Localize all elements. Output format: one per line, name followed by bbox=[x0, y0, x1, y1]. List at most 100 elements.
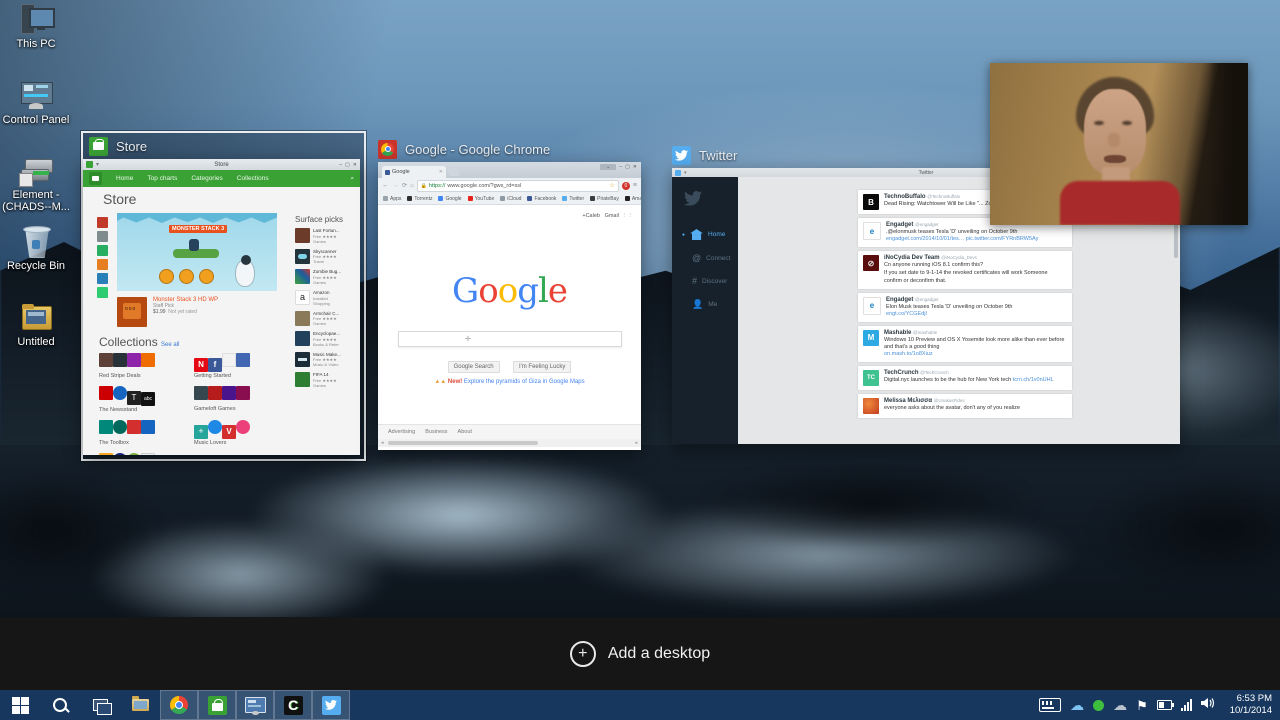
desktop-icon-this-pc[interactable]: This PC bbox=[0, 4, 72, 50]
bookmark-item[interactable]: Apps bbox=[383, 196, 401, 202]
new-tab-button[interactable] bbox=[446, 167, 459, 176]
search-button[interactable] bbox=[40, 690, 80, 720]
footer-advertising-link[interactable]: Advertising bbox=[388, 429, 415, 435]
desktop-icon-untitled-folder[interactable]: Untitled bbox=[0, 302, 72, 348]
reload-icon[interactable]: ⟳ bbox=[402, 182, 407, 189]
twitter-nav-discover[interactable]: #Discover bbox=[682, 276, 738, 286]
store-hero-banner[interactable]: MONSTER STACK 3 bbox=[117, 213, 277, 291]
network-signal-icon[interactable] bbox=[1181, 699, 1192, 711]
tweet-link[interactable]: tcrn.ch/1v0nUHL bbox=[1013, 377, 1054, 383]
tweet-link[interactable]: engadget.com/2014/10/01/tes… pic.twitter… bbox=[886, 236, 1038, 242]
surface-pick-item[interactable]: Music Make...Free ★★★★Music & Video bbox=[295, 352, 355, 368]
file-explorer-button[interactable] bbox=[120, 690, 160, 720]
desktop-icon-recycle-bin[interactable]: Recycle Bin bbox=[0, 226, 72, 272]
store-nav-collections[interactable]: Collections bbox=[237, 175, 269, 182]
store-nav-top-charts[interactable]: Top charts bbox=[147, 175, 177, 182]
task-view-button[interactable] bbox=[80, 690, 120, 720]
home-icon[interactable]: ⌂ bbox=[410, 183, 414, 189]
footer-business-link[interactable]: Business bbox=[425, 429, 447, 435]
adblock-icon[interactable]: 0 bbox=[622, 182, 630, 190]
store-window[interactable]: ▾ Store –▢✕ Home Top charts Categories C… bbox=[83, 159, 360, 455]
tweet[interactable]: Melissa Μελισσα @UnakasFides everyone as… bbox=[858, 394, 1072, 418]
back-icon[interactable]: ← bbox=[382, 182, 389, 189]
volume-icon[interactable] bbox=[1201, 696, 1215, 714]
cloud-sync-icon[interactable]: ☁ bbox=[1113, 698, 1127, 712]
bookmark-item[interactable]: Amazon bbox=[625, 196, 641, 202]
desktop-icon-element-drive[interactable]: Element - (CHADS--M... bbox=[0, 155, 72, 213]
taskview-card-chrome[interactable]: Google - Google Chrome Google ✕ ⌄–▢✕ ← →… bbox=[378, 136, 641, 450]
chrome-window-controls[interactable]: ⌄–▢✕ bbox=[600, 164, 637, 170]
surface-pick-item[interactable]: Zombie Bug...Free ★★★★Games bbox=[295, 269, 355, 285]
bookmark-item[interactable]: Torrentz bbox=[407, 196, 432, 202]
promo-link[interactable]: Explore the pyramids of Giza in Google M… bbox=[464, 379, 585, 385]
tweet[interactable]: ⊘ iNoCydia Dev Team @iNoCydia_Devs Cn an… bbox=[858, 251, 1072, 288]
green-status-icon[interactable] bbox=[1093, 700, 1104, 711]
bookmark-item[interactable]: YouTube bbox=[468, 196, 495, 202]
collection-red-stripe[interactable]: Red Stripe Deals bbox=[99, 353, 194, 379]
bookmark-star-icon[interactable]: ☆ bbox=[610, 182, 615, 189]
tweet[interactable]: TC TechCrunch @TechCrunch Digital.nyc la… bbox=[858, 366, 1072, 390]
surface-pick-item[interactable]: Armchair C...Free ★★★★Games bbox=[295, 311, 355, 327]
collection-toolbox[interactable]: The Toolbox bbox=[99, 420, 194, 446]
chrome-menu-icon[interactable]: ≡ bbox=[633, 182, 637, 189]
pc-settings-taskbar-button[interactable] bbox=[236, 690, 274, 720]
twitter-nav-home[interactable]: ●Home bbox=[682, 229, 738, 240]
bookmark-item[interactable]: iCloud bbox=[500, 196, 521, 202]
footer-about-link[interactable]: About bbox=[458, 429, 472, 435]
bookmark-item[interactable]: Google bbox=[438, 196, 461, 202]
add-desktop-icon[interactable]: + bbox=[570, 641, 596, 667]
apps-grid-icon[interactable]: ⋮⋮ bbox=[622, 213, 633, 219]
feeling-lucky-button[interactable]: I'm Feeling Lucky bbox=[513, 361, 572, 373]
chrome-tab[interactable]: Google ✕ bbox=[382, 166, 446, 178]
start-button[interactable] bbox=[0, 690, 40, 720]
tweet-link[interactable]: on.mash.to/1o8Xiuz bbox=[884, 351, 933, 357]
chrome-taskbar-button[interactable] bbox=[160, 690, 198, 720]
twitter-nav-connect[interactable]: @Connect bbox=[682, 253, 738, 263]
surface-pick-item[interactable]: SkyscannerFree ★★★★Travel bbox=[295, 249, 355, 265]
surface-pick-item[interactable]: FIFA 14Free ★★★★Games bbox=[295, 372, 355, 388]
action-center-flag-icon[interactable]: ⚑ bbox=[1136, 699, 1148, 712]
taskbar-clock[interactable]: 6:53 PM 10/1/2014 bbox=[1224, 693, 1272, 717]
surface-pick-item[interactable]: Encyclopae...Free ★★★★Books & Refer bbox=[295, 331, 355, 347]
store-nav-categories[interactable]: Categories bbox=[191, 175, 222, 182]
tweet[interactable]: e Engadget @engadget Elon Musk teases Te… bbox=[858, 293, 1072, 322]
collection-gameloft[interactable]: Gameloft Games bbox=[194, 386, 289, 413]
battery-icon[interactable] bbox=[1157, 700, 1172, 710]
twitter-taskbar-button[interactable] bbox=[312, 690, 350, 720]
collection-music-lovers[interactable]: +V Music Lovers bbox=[194, 420, 289, 446]
bookmark-item[interactable]: Facebook bbox=[527, 196, 556, 202]
store-search-icon[interactable]: ⌕ bbox=[350, 175, 354, 183]
tweet-link[interactable]: engt.co/YCGEdjI bbox=[886, 311, 927, 317]
account-link[interactable]: +Caleb bbox=[582, 213, 600, 219]
address-bar[interactable]: 🔒 https:// www.google.com/?gws_rd=ssl ☆ bbox=[417, 180, 619, 192]
bookmark-item[interactable]: Twitter bbox=[562, 196, 584, 202]
google-search-input[interactable]: ✛ bbox=[398, 331, 622, 347]
taskview-card-store[interactable]: Store ▾ Store –▢✕ Home Top charts Catego… bbox=[81, 131, 366, 461]
forward-icon[interactable]: → bbox=[392, 182, 399, 189]
gmail-link[interactable]: Gmail bbox=[605, 213, 619, 219]
tweet[interactable]: M Mashable @mashable Windows 10 Preview … bbox=[858, 326, 1072, 362]
collection-newsstand[interactable]: Tabc The Newsstand bbox=[99, 386, 194, 413]
collection-dishes-dining[interactable]: Dishes and Dining bbox=[99, 453, 194, 455]
store-nav-home[interactable]: Home bbox=[116, 175, 133, 182]
store-quick-tiles[interactable] bbox=[97, 217, 108, 298]
collections-see-all[interactable]: See all bbox=[161, 342, 179, 348]
bookmark-item[interactable]: PirateBay bbox=[590, 196, 619, 202]
camtasia-taskbar-button[interactable]: C bbox=[274, 690, 312, 720]
touch-keyboard-icon[interactable] bbox=[1039, 698, 1061, 712]
scrollbar-thumb[interactable] bbox=[388, 441, 538, 445]
google-promo[interactable]: ▲▲ New! Explore the pyramids of Giza in … bbox=[378, 379, 641, 385]
add-desktop-button[interactable]: Add a desktop bbox=[608, 645, 710, 663]
desktop-icon-control-panel[interactable]: Control Panel bbox=[0, 80, 72, 126]
surface-pick-item[interactable]: aAmazonInstalledShopping bbox=[295, 290, 355, 306]
store-featured-item[interactable]: ooo Monster Stack 3 HD WP Staff Pick $1.… bbox=[117, 297, 218, 327]
tab-close-icon[interactable]: ✕ bbox=[439, 169, 443, 175]
store-taskbar-button[interactable] bbox=[198, 690, 236, 720]
twitter-nav-me[interactable]: 👤Me bbox=[682, 299, 738, 310]
onedrive-cloud-icon[interactable]: ☁ bbox=[1070, 698, 1084, 712]
collection-getting-started[interactable]: Nf Getting Started bbox=[194, 353, 289, 379]
surface-pick-item[interactable]: Last Fortun...Free ★★★★Games bbox=[295, 228, 355, 244]
google-search-button[interactable]: Google Search bbox=[448, 361, 500, 373]
chrome-window[interactable]: Google ✕ ⌄–▢✕ ← → ⟳ ⌂ 🔒 https:// www.goo… bbox=[378, 162, 641, 450]
horizontal-scrollbar[interactable]: ◂ ▸ bbox=[378, 439, 641, 447]
